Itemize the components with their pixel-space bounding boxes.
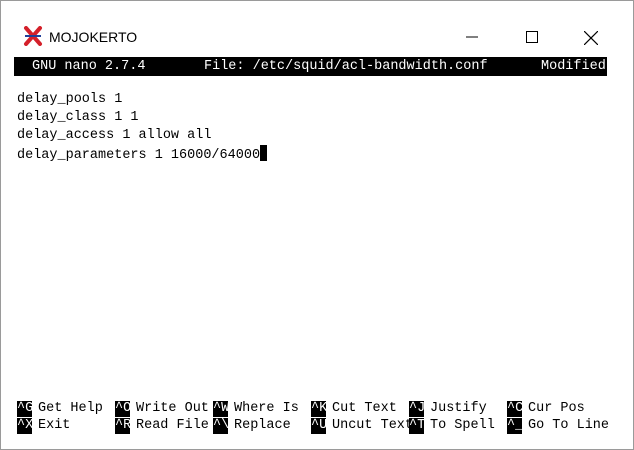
window-title: MOJOKERTO [49,29,138,45]
shortcut-write-out[interactable]: ^O Write Out [115,401,209,417]
editor-line[interactable]: delay_pools 1 [17,91,267,109]
shortcut-where-is[interactable]: ^W Where Is [213,401,299,417]
file-path: File: /etc/squid/acl-bandwidth.conf [204,59,488,74]
shortcut-bar: ^G Get Help ^O Write Out ^W Where Is ^K Cut … [17,400,617,436]
maximize-button[interactable] [509,19,555,55]
title-bar[interactable]: MOJOKERTO [1,1,633,46]
terminal-area[interactable]: GNU nano 2.7.4 File: /etc/squid/acl-band… [14,57,621,437]
modified-indicator: Modified [541,59,606,74]
shortcut-go-to-line[interactable]: ^_ Go To Line [507,418,609,434]
shortcut-uncut-text[interactable]: ^U Uncut Text [311,418,413,434]
minimize-button[interactable] [449,19,495,55]
shortcut-to-spell[interactable]: ^T To Spell [409,418,495,434]
nano-version: GNU nano 2.7.4 [32,59,146,74]
editor-line[interactable]: delay_parameters 1 16000/64000 [17,145,268,163]
editor-buffer[interactable]: delay_pools 1 delay_class 1 1 delay_acce… [17,91,268,163]
maximize-icon [526,31,538,43]
shortcut-read-file[interactable]: ^R Read File [115,418,209,434]
close-button[interactable] [567,19,613,55]
app-window: MOJOKERTO GNU nano 2.7.4 File: /etc/squi… [0,0,634,450]
shortcut-replace[interactable]: ^\ Replace [213,418,291,434]
shortcut-get-help[interactable]: ^G Get Help [17,401,103,417]
editor-line[interactable]: delay_class 1 1 [17,109,267,127]
minimize-icon [466,36,478,38]
shortcut-justify[interactable]: ^J Justify [409,401,487,417]
close-icon [584,31,598,45]
nano-status-bar: GNU nano 2.7.4 File: /etc/squid/acl-band… [14,57,607,76]
app-x-icon [23,26,43,46]
shortcut-cur-pos[interactable]: ^C Cur Pos [507,401,585,417]
text-cursor [260,145,268,161]
shortcut-exit[interactable]: ^X Exit [17,418,70,434]
shortcut-cut-text[interactable]: ^K Cut Text [311,401,397,417]
editor-line[interactable]: delay_access 1 allow all [17,127,267,145]
